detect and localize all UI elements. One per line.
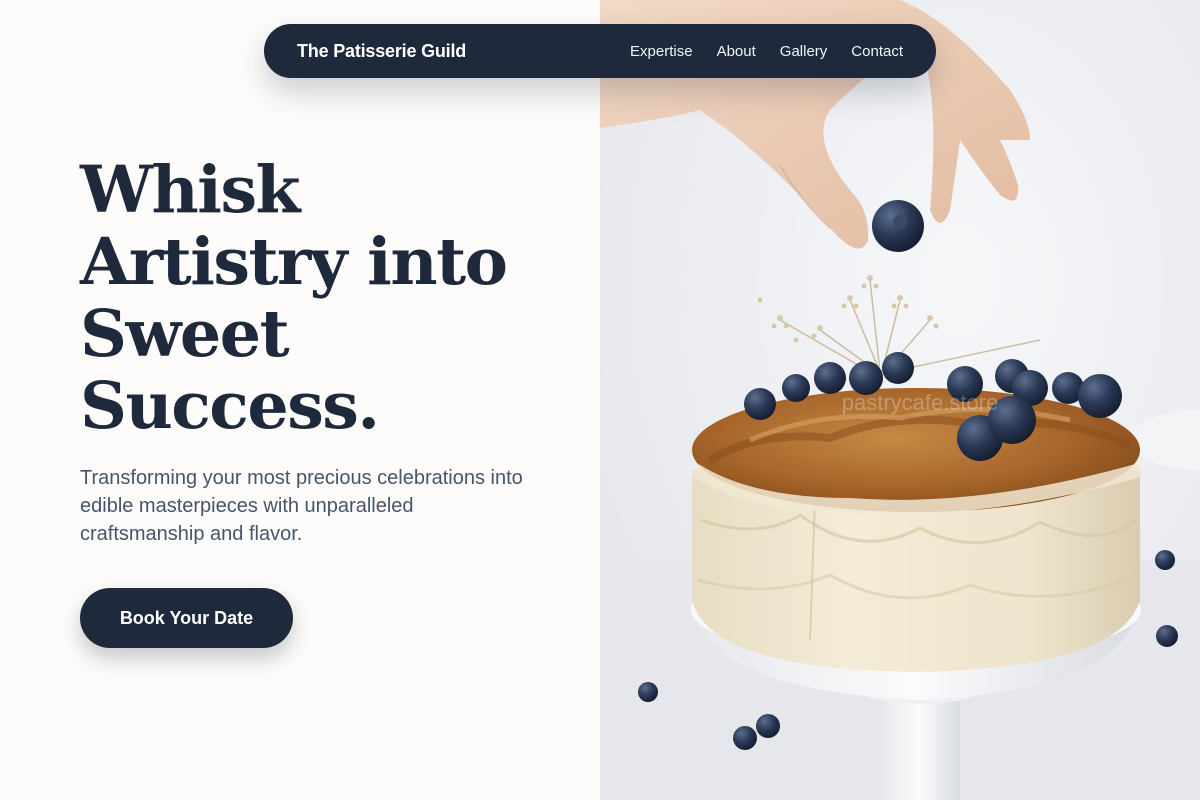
image-watermark: pastrycafe.store (842, 390, 999, 415)
hero-image: pastrycafe.store (600, 0, 1200, 800)
hero-title-line-3: Sweet (80, 296, 290, 372)
hero-subtitle: Transforming your most precious celebrat… (80, 467, 523, 545)
hero-title-line-1: Whisk (80, 152, 301, 228)
hero-title: Whisk Artistry into Sweet Success. (80, 154, 580, 442)
nav-link-contact[interactable]: Contact (851, 43, 903, 60)
book-your-date-button[interactable]: Book Your Date (80, 588, 293, 648)
nav-links: Expertise About Gallery Contact (630, 43, 903, 60)
hero-title-line-2: Artistry into (80, 224, 508, 300)
page: pastrycafe.store The Patisserie Guild Ex… (0, 0, 1200, 800)
brand-logo[interactable]: The Patisserie Guild (297, 41, 466, 62)
cake-illustration: pastrycafe.store (600, 0, 1200, 800)
hero-title-line-4: Success. (80, 368, 380, 444)
nav-link-about[interactable]: About (717, 43, 756, 60)
nav-link-gallery[interactable]: Gallery (780, 43, 828, 60)
navbar: The Patisserie Guild Expertise About Gal… (264, 24, 936, 78)
nav-link-expertise[interactable]: Expertise (630, 43, 693, 60)
